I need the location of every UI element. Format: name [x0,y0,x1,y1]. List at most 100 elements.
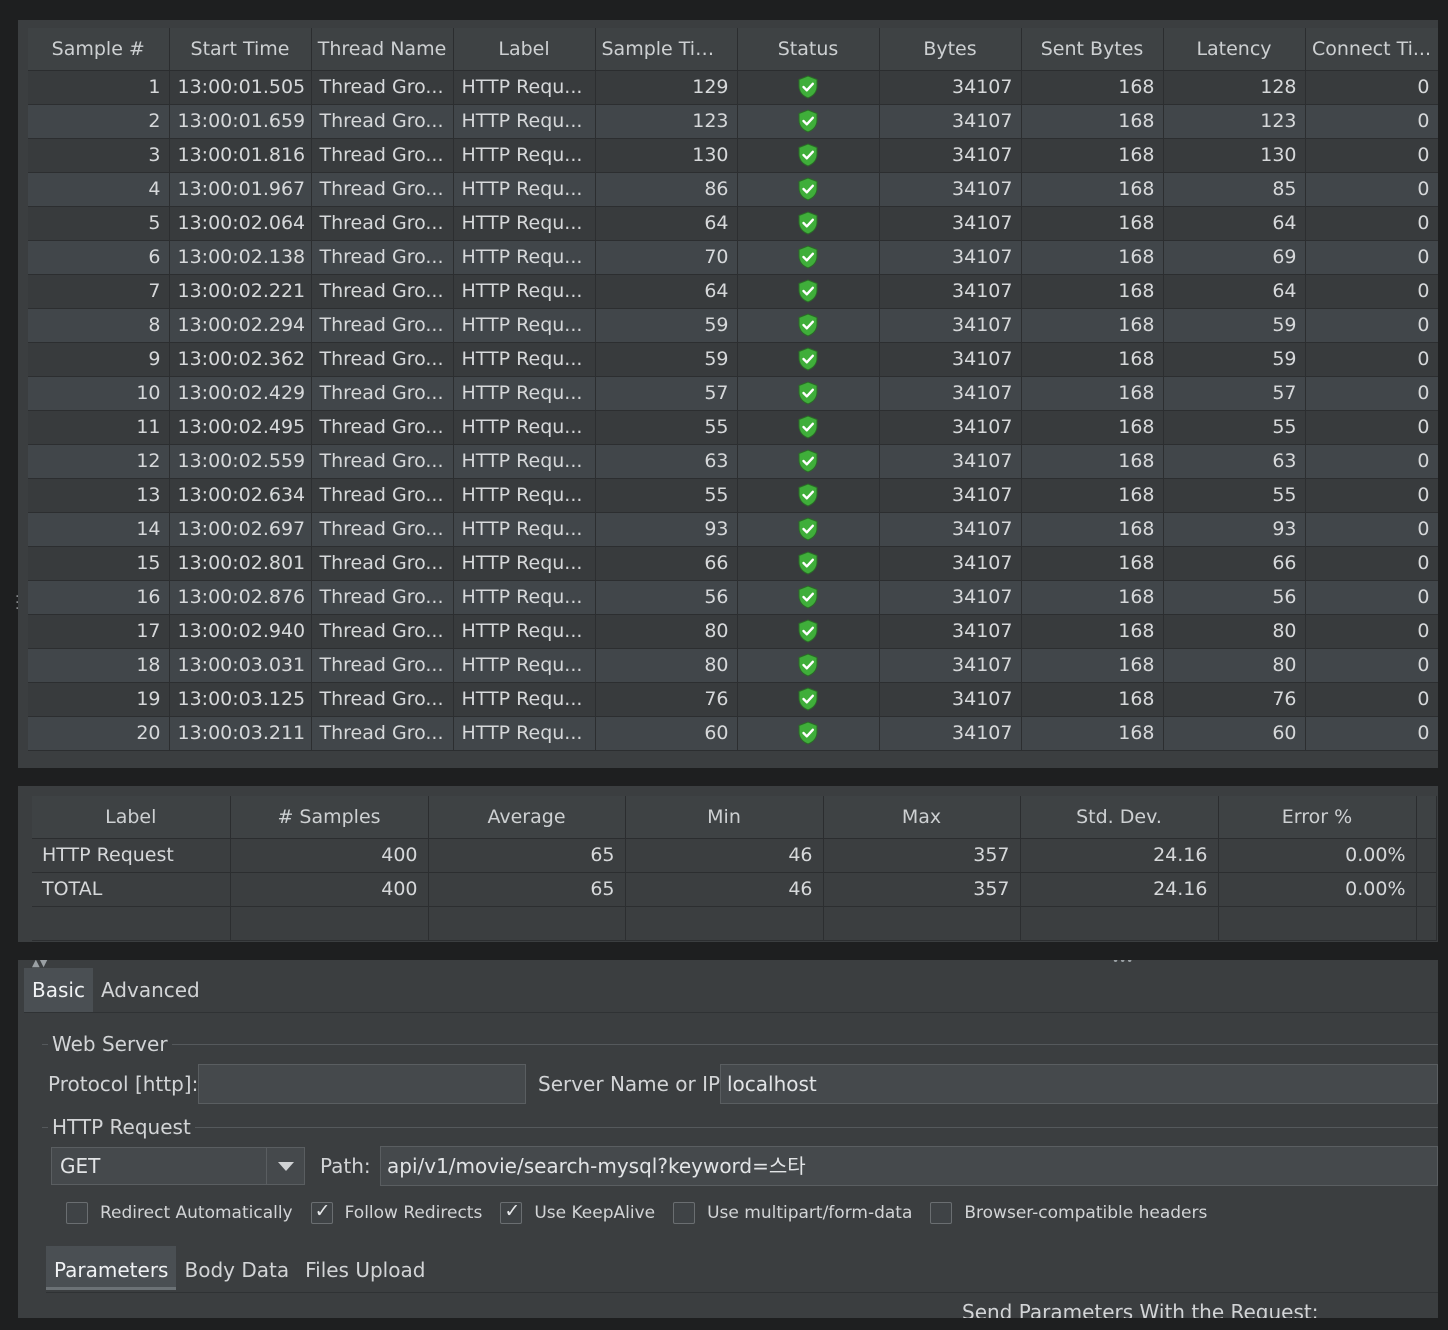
table-cell: 57 [1163,376,1306,411]
drag-grip-icon[interactable]: ••• [1112,960,1133,968]
table-cell: 168 [1021,342,1164,377]
summary-column-header[interactable]: Std. Dev. [1020,796,1219,839]
table-cell: 128 [1163,70,1306,105]
table-cell: 3 [28,138,170,173]
table-row[interactable]: HTTP Request 400 65 46 357 24.16 0.00% [32,838,1437,873]
results-column-header[interactable]: Sent Bytes [1021,28,1164,71]
table-row[interactable]: 13 13:00:02.634 Thread Gro... HTTP Requ... 5… [28,478,1438,513]
table-row[interactable]: 2 13:00:01.659 Thread Gro... HTTP Requ... 12… [28,104,1438,139]
summary-column-header[interactable]: Error % [1218,796,1417,839]
table-cell: 5 [28,206,170,241]
tab-body-data[interactable]: Body Data [176,1246,297,1290]
table-cell: 17 [28,614,170,649]
table-row[interactable]: 16 13:00:02.876 Thread Gro... HTTP Requ... 5… [28,580,1438,615]
summary-column-header[interactable]: Min [625,796,824,839]
table-cell [1416,906,1437,941]
checkbox-option[interactable]: Follow Redirects [310,1200,483,1224]
summary-table-panel: Label # Samples Average Min Max Std. Dev. Erro… [18,786,1438,942]
table-row[interactable]: 5 13:00:02.064 Thread Gro... HTTP Requ... 64… [28,206,1438,241]
shield-check-icon [798,211,818,235]
path-label: Path: [320,1154,371,1178]
checkbox-option[interactable]: Browser-compatible headers [930,1202,1207,1224]
checkbox-option[interactable]: Use KeepAlive [500,1200,655,1224]
checkbox[interactable] [310,1200,333,1224]
table-cell: 168 [1021,206,1164,241]
results-column-header[interactable]: Connect Ti... [1305,28,1438,71]
results-column-header[interactable]: Start Time [169,28,312,71]
tab-files-upload[interactable]: Files Upload [297,1246,433,1290]
table-cell: HTTP Request [32,838,231,873]
checkbox[interactable] [673,1202,696,1224]
table-cell: 168 [1021,410,1164,445]
summary-column-header[interactable]: Label [32,796,231,839]
path-input[interactable]: api/v1/movie/search-mysql?keyword=스타 [380,1146,1438,1186]
status-cell [737,682,880,717]
table-cell: 34107 [879,138,1022,173]
results-column-header[interactable]: Sample Tim... [595,28,738,71]
table-row[interactable]: 3 13:00:01.816 Thread Gro... HTTP Requ... 13… [28,138,1438,173]
table-row[interactable]: 4 13:00:01.967 Thread Gro... HTTP Requ... 86… [28,172,1438,207]
table-cell [1218,906,1417,941]
table-row[interactable]: 14 13:00:02.697 Thread Gro... HTTP Requ... 9… [28,512,1438,547]
table-cell: 13:00:02.064 [169,206,312,241]
results-column-header[interactable]: Latency [1163,28,1306,71]
dropdown-arrow-icon[interactable] [266,1148,304,1184]
table-row[interactable]: TOTAL 400 65 46 357 24.16 0.00% [32,872,1437,907]
table-cell: 13:00:02.697 [169,512,312,547]
summary-column-header[interactable]: Max [823,796,1021,839]
table-row[interactable]: 19 13:00:03.125 Thread Gro... HTTP Requ... 7… [28,682,1438,717]
results-column-header[interactable]: Thread Name [311,28,454,71]
protocol-input[interactable] [198,1064,526,1104]
table-row[interactable]: 11 13:00:02.495 Thread Gro... HTTP Requ... 5… [28,410,1438,445]
checkbox[interactable] [66,1202,88,1224]
results-column-header[interactable]: Status [737,28,880,71]
results-column-header[interactable]: Label [453,28,596,71]
table-cell: HTTP Requ... [453,614,596,649]
table-cell: 15 [28,546,170,581]
table-row[interactable]: 20 13:00:03.211 Thread Gro... HTTP Requ... 6… [28,716,1438,751]
table-cell: 168 [1021,648,1164,683]
tab-basic[interactable]: Basic [24,968,93,1012]
checkbox-label: Follow Redirects [344,1203,483,1223]
table-row[interactable]: 12 13:00:02.559 Thread Gro... HTTP Requ... 6… [28,444,1438,479]
results-column-header[interactable]: Sample # [28,28,170,71]
table-cell: 0 [1305,546,1438,581]
summary-column-header[interactable]: # Samples [230,796,429,839]
table-row[interactable]: 8 13:00:02.294 Thread Gro... HTTP Requ... 59… [28,308,1438,343]
table-cell: 0 [1305,274,1438,309]
checkbox-option[interactable]: Redirect Automatically [66,1202,293,1224]
table-cell: HTTP Requ... [453,580,596,615]
checkbox-option[interactable]: Use multipart/form-data [673,1202,912,1224]
shield-check-icon [798,347,818,371]
table-cell: 0 [1305,512,1438,547]
table-row[interactable]: 15 13:00:02.801 Thread Gro... HTTP Requ... 6… [28,546,1438,581]
table-cell: HTTP Requ... [453,240,596,275]
summary-column-header[interactable]: Average [428,796,626,839]
checkbox[interactable] [500,1200,523,1224]
table-row[interactable] [32,906,1437,941]
table-row[interactable]: 7 13:00:02.221 Thread Gro... HTTP Requ... 64… [28,274,1438,309]
table-cell [823,906,1021,941]
status-cell [737,274,880,309]
tab-parameters[interactable]: Parameters [46,1246,177,1290]
tab-advanced[interactable]: Advanced [93,968,208,1012]
table-row[interactable]: 17 13:00:02.940 Thread Gro... HTTP Requ... 8… [28,614,1438,649]
table-cell: 46 [625,838,824,873]
table-row[interactable]: 18 13:00:03.031 Thread Gro... HTTP Requ... 8… [28,648,1438,683]
table-cell: 66 [595,546,738,581]
method-select[interactable]: GET [51,1147,305,1185]
table-cell: 0 [1305,478,1438,513]
summary-column-header-extra [1416,796,1437,839]
table-cell: Thread Gro... [311,240,454,275]
shield-check-icon [798,517,818,541]
checkbox[interactable] [930,1202,953,1224]
server-name-input[interactable]: localhost [720,1064,1438,1104]
table-row[interactable]: 9 13:00:02.362 Thread Gro... HTTP Requ... 59… [28,342,1438,377]
table-cell: 0 [1305,716,1438,751]
table-cell: Thread Gro... [311,512,454,547]
table-row[interactable]: 1 13:00:01.505 Thread Gro... HTTP Requ... 12… [28,70,1438,105]
results-column-header[interactable]: Bytes [879,28,1022,71]
table-row[interactable]: 10 13:00:02.429 Thread Gro... HTTP Requ... 5… [28,376,1438,411]
table-row[interactable]: 6 13:00:02.138 Thread Gro... HTTP Requ... 70… [28,240,1438,275]
splitter-handle[interactable]: · · · [15,590,19,616]
